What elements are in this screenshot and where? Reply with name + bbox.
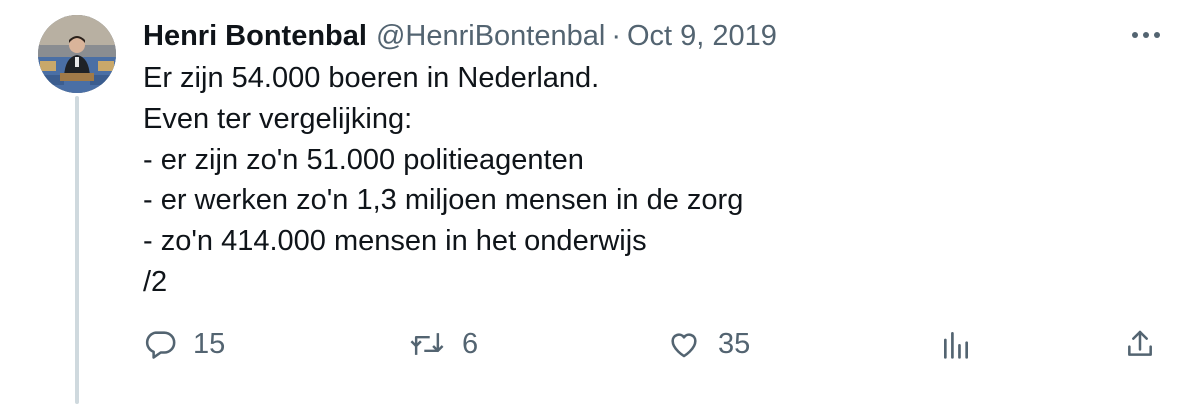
avatar[interactable] <box>38 15 116 93</box>
like-button[interactable]: 35 <box>666 324 750 364</box>
retweet-button[interactable]: 6 <box>408 324 478 364</box>
like-count: 35 <box>718 327 751 360</box>
separator: · <box>611 19 621 52</box>
heart-icon <box>666 327 702 361</box>
tweet-text-line: - er zijn zo'n 51.000 politieagenten <box>143 143 584 176</box>
share-icon <box>1124 327 1156 361</box>
analytics-icon <box>940 327 972 361</box>
tweet-header: Henri Bontenbal @HenriBontenbal · Oct 9,… <box>143 16 777 56</box>
action-bar: 15 6 35 <box>0 324 1190 364</box>
analytics-button[interactable] <box>940 324 972 364</box>
retweet-count: 6 <box>462 327 479 360</box>
tweet-text-line: - er werken zo'n 1,3 miljoen mensen in d… <box>143 184 744 217</box>
more-options-button[interactable] <box>1124 20 1168 50</box>
reply-icon <box>143 327 177 361</box>
tweet-text-line: /2 <box>143 265 168 298</box>
tweet-text-line: Er zijn 54.000 boeren in Nederland. <box>143 62 600 94</box>
author-name[interactable]: Henri Bontenbal <box>143 20 367 53</box>
author-handle[interactable]: @HenriBontenbal <box>376 20 605 53</box>
reply-button[interactable]: 15 <box>143 324 225 364</box>
more-icon <box>1131 31 1161 39</box>
retweet-icon <box>408 327 446 361</box>
reply-count: 15 <box>193 327 226 360</box>
tweet-text-line: - zo'n 414.000 mensen in het onderwijs <box>143 225 647 258</box>
share-button[interactable] <box>1124 324 1156 364</box>
tweet-text-line: Even ter vergelijking: <box>143 102 413 135</box>
tweet-date[interactable]: Oct 9, 2019 <box>627 20 777 53</box>
tweet-text: Er zijn 54.000 boeren in Nederland. Even… <box>143 58 1143 303</box>
avatar-image <box>38 15 116 93</box>
